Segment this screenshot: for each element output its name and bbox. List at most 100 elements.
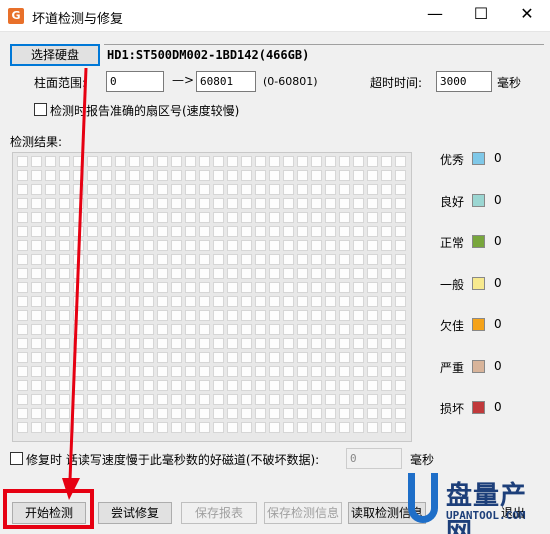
grid-cell [213, 254, 224, 265]
grid-cell [283, 156, 294, 167]
legend-label: 严重 [440, 361, 465, 375]
grid-cell [381, 422, 392, 433]
grid-cell [31, 394, 42, 405]
grid-cell [129, 310, 140, 321]
try-repair-button[interactable]: 尝试修复 [98, 502, 172, 524]
grid-cell [325, 296, 336, 307]
grid-cell [185, 240, 196, 251]
grid-cell [381, 212, 392, 223]
grid-cell [143, 338, 154, 349]
range-end-input[interactable]: 60801 [196, 71, 256, 92]
close-icon[interactable]: ✕ [504, 0, 550, 30]
grid-cell [87, 240, 98, 251]
grid-cell [367, 268, 378, 279]
save-report-button[interactable]: 保存报表 [181, 502, 257, 524]
grid-cell [157, 212, 168, 223]
grid-cell [367, 282, 378, 293]
grid-cell [73, 380, 84, 391]
range-start-input[interactable]: 0 [106, 71, 164, 92]
grid-cell [59, 156, 70, 167]
grid-cell [367, 352, 378, 363]
grid-cell [395, 198, 406, 209]
grid-cell [297, 310, 308, 321]
grid-cell [255, 310, 266, 321]
grid-cell [227, 338, 238, 349]
timeout-input[interactable]: 3000 [436, 71, 492, 92]
grid-cell [395, 352, 406, 363]
grid-cell [325, 408, 336, 419]
grid-cell [73, 352, 84, 363]
legend-count: 0 [494, 234, 502, 248]
grid-cell [283, 324, 294, 335]
grid-cell [143, 352, 154, 363]
grid-cell [59, 366, 70, 377]
repair-threshold-input[interactable]: 0 [346, 448, 402, 469]
grid-cell [339, 240, 350, 251]
grid-cell [185, 170, 196, 181]
grid-cell [185, 212, 196, 223]
grid-cell [353, 268, 364, 279]
grid-cell [311, 170, 322, 181]
grid-cell [395, 226, 406, 237]
range-hint: (0-60801) [263, 75, 318, 88]
repair-checkbox[interactable] [10, 452, 23, 465]
grid-cell [353, 170, 364, 181]
report-sector-checkbox[interactable] [34, 103, 47, 116]
grid-cell [367, 422, 378, 433]
grid-cell [395, 408, 406, 419]
grid-cell [353, 366, 364, 377]
grid-cell [227, 366, 238, 377]
minimize-icon[interactable]: — [412, 0, 458, 30]
grid-cell [129, 422, 140, 433]
grid-cell [353, 352, 364, 363]
grid-cell [367, 310, 378, 321]
grid-cell [171, 198, 182, 209]
grid-cell [353, 240, 364, 251]
grid-cell [185, 254, 196, 265]
grid-cell [241, 380, 252, 391]
grid-cell [395, 268, 406, 279]
grid-cell [283, 184, 294, 195]
grid-cell [87, 156, 98, 167]
grid-cell [59, 352, 70, 363]
grid-cell [241, 324, 252, 335]
save-info-button[interactable]: 保存检测信息 [264, 502, 342, 524]
grid-cell [115, 156, 126, 167]
grid-cell [241, 156, 252, 167]
results-grid-panel [12, 152, 412, 442]
grid-cell [297, 408, 308, 419]
grid-cell [185, 352, 196, 363]
grid-cell [143, 282, 154, 293]
grid-cell [269, 212, 280, 223]
grid-cell [157, 184, 168, 195]
maximize-icon[interactable]: ☐ [458, 0, 504, 30]
grid-cell [157, 170, 168, 181]
legend-swatch [472, 194, 485, 207]
grid-cell [31, 296, 42, 307]
grid-cell [157, 366, 168, 377]
grid-cell [115, 338, 126, 349]
grid-cell [87, 198, 98, 209]
select-disk-button[interactable]: 选择硬盘 [10, 44, 100, 66]
grid-cell [129, 408, 140, 419]
grid-cell [339, 422, 350, 433]
grid-cell [283, 366, 294, 377]
grid-cell [227, 226, 238, 237]
grid-cell [269, 170, 280, 181]
watermark-cn: 盘量产网 [446, 481, 528, 534]
grid-cell [87, 394, 98, 405]
grid-cell [311, 310, 322, 321]
grid-cell [143, 422, 154, 433]
grid-cell [199, 240, 210, 251]
grid-cell [395, 324, 406, 335]
grid-cell [129, 170, 140, 181]
legend-label: 损坏 [440, 402, 465, 416]
grid-cell [283, 254, 294, 265]
grid-cell [199, 198, 210, 209]
grid-cell [339, 394, 350, 405]
grid-cell [143, 268, 154, 279]
grid-cell [87, 184, 98, 195]
grid-cell [87, 296, 98, 307]
grid-cell [157, 380, 168, 391]
grid-cell [297, 156, 308, 167]
